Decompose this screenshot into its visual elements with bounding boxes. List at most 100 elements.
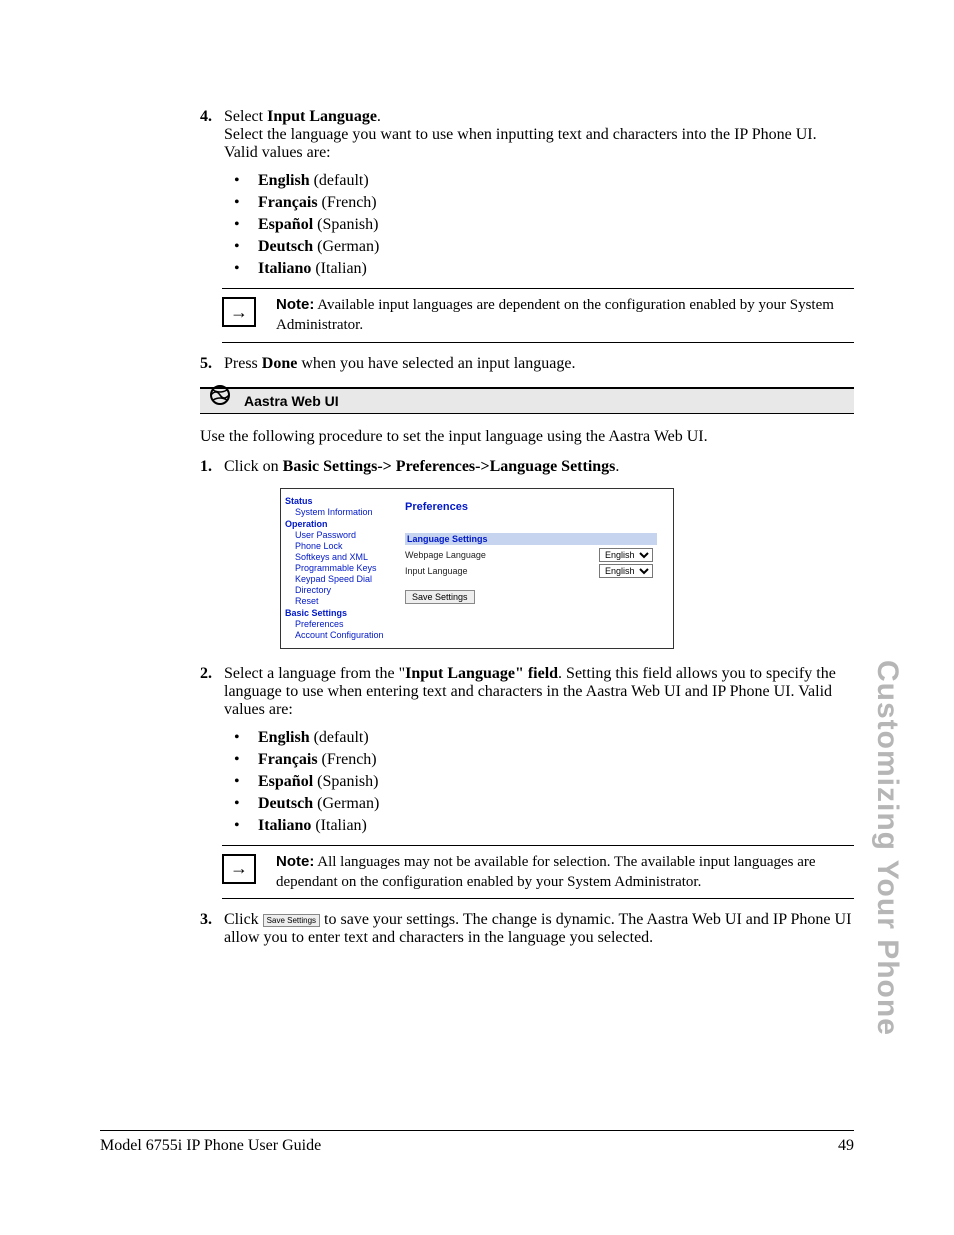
field-label: Webpage Language [405, 550, 599, 560]
lang-note: (Spanish) [313, 216, 378, 233]
nav-item[interactable]: User Password [285, 530, 395, 540]
list-item: Español (Spanish) [234, 216, 854, 234]
list-item: Español (Spanish) [234, 773, 854, 791]
step-body: Click Save Settings to save your setting… [224, 911, 854, 947]
note-block: → Note: Available input languages are de… [222, 288, 854, 343]
save-settings-button[interactable]: Save Settings [405, 590, 475, 604]
web-step-2: 2. Select a language from the "Input Lan… [200, 665, 854, 719]
step-number: 5. [200, 355, 224, 373]
note-arrow-icon: → [222, 854, 256, 884]
text: Select a language from the " [224, 665, 405, 682]
page-footer: Model 6755i IP Phone User Guide 49 [100, 1130, 854, 1155]
nav-heading-basic: Basic Settings [285, 608, 395, 618]
note-text: Note: All languages may not be available… [276, 852, 854, 893]
lang-note: (German) [313, 795, 379, 812]
note-body: All languages may not be available for s… [276, 854, 816, 890]
list-item: Italiano (Italian) [234, 260, 854, 278]
nav-item[interactable]: System Information [285, 507, 395, 517]
list-item: Français (French) [234, 751, 854, 769]
list-item: Deutsch (German) [234, 795, 854, 813]
lang-name: Deutsch [258, 238, 313, 255]
note-body: Available input languages are dependent … [276, 297, 834, 333]
field-row: Input Language English [405, 564, 653, 578]
lang-note: (default) [310, 172, 369, 189]
nav-item[interactable]: Phone Lock [285, 541, 395, 551]
list-item: Français (French) [234, 194, 854, 212]
note-block-2: → Note: All languages may not be availab… [222, 845, 854, 900]
step-description: Select the language you want to use when… [224, 126, 854, 162]
intro-text: Use the following procedure to set the i… [200, 428, 854, 446]
lang-note: (Spanish) [313, 773, 378, 790]
lang-name: Español [258, 216, 313, 233]
step-number: 3. [200, 911, 224, 947]
lang-note: (French) [318, 194, 377, 211]
input-language-select[interactable]: English [599, 564, 653, 578]
language-list-2: English (default) Français (French) Espa… [200, 729, 854, 835]
text: . [377, 108, 381, 125]
footer-title: Model 6755i IP Phone User Guide [100, 1137, 321, 1155]
section-header: Aastra Web UI [200, 387, 854, 414]
nav-item[interactable]: Directory [285, 585, 395, 595]
bold-text: Input Language [267, 108, 377, 125]
lang-name: Español [258, 773, 313, 790]
field-label: Input Language [405, 566, 599, 576]
text: Click [224, 911, 263, 928]
note-label: Note: [276, 853, 314, 870]
text: Click on [224, 458, 283, 475]
nav-item[interactable]: Programmable Keys [285, 563, 395, 573]
web-step-3: 3. Click Save Settings to save your sett… [200, 911, 854, 947]
step-number: 2. [200, 665, 224, 719]
step-5: 5. Press Done when you have selected an … [200, 355, 854, 373]
bold-text: Done [262, 355, 298, 372]
bold-text: Input Language" field [405, 665, 558, 682]
lang-name: Italiano [258, 817, 311, 834]
nav-heading-operation: Operation [285, 519, 395, 529]
preferences-title: Preferences [405, 501, 665, 513]
list-item: Italiano (Italian) [234, 817, 854, 835]
webui-nav: Status System Information Operation User… [281, 489, 399, 648]
lang-name: English [258, 172, 310, 189]
section-title: Aastra Web UI [200, 387, 854, 414]
step-body: Click on Basic Settings-> Preferences->L… [224, 458, 854, 476]
page-number: 49 [838, 1137, 854, 1155]
step-body: Select a language from the "Input Langua… [224, 665, 854, 719]
text: when you have selected an input language… [297, 355, 575, 372]
list-item: English (default) [234, 172, 854, 190]
language-settings-heading: Language Settings [405, 533, 657, 545]
text: Select [224, 108, 267, 125]
note-label: Note: [276, 296, 314, 313]
step-number: 1. [200, 458, 224, 476]
lang-note: (German) [313, 238, 379, 255]
lang-name: Français [258, 194, 318, 211]
text: . [615, 458, 619, 475]
list-item: Deutsch (German) [234, 238, 854, 256]
nav-item[interactable]: Preferences [285, 619, 395, 629]
lang-name: Français [258, 751, 318, 768]
page-body: 4. Select Input Language. Select the lan… [0, 0, 954, 947]
text: Press [224, 355, 262, 372]
globe-icon [210, 385, 230, 405]
webui-main: Preferences Language Settings Webpage La… [399, 489, 673, 648]
webpage-language-select[interactable]: English [599, 548, 653, 562]
webui-screenshot: Status System Information Operation User… [280, 488, 674, 649]
lang-note: (Italian) [311, 260, 367, 277]
lang-note: (default) [310, 729, 369, 746]
step-number: 4. [200, 108, 224, 162]
save-settings-inline-button[interactable]: Save Settings [263, 914, 320, 927]
nav-item[interactable]: Account Configuration [285, 630, 395, 640]
nav-item[interactable]: Softkeys and XML [285, 552, 395, 562]
lang-note: (French) [318, 751, 377, 768]
lang-name: Italiano [258, 260, 311, 277]
step-4: 4. Select Input Language. Select the lan… [200, 108, 854, 162]
note-arrow-icon: → [222, 297, 256, 327]
step-body: Select Input Language. Select the langua… [224, 108, 854, 162]
web-step-1: 1. Click on Basic Settings-> Preferences… [200, 458, 854, 476]
lang-note: (Italian) [311, 817, 367, 834]
bold-text: Basic Settings-> Preferences->Language S… [283, 458, 616, 475]
note-text: Note: Available input languages are depe… [276, 295, 854, 336]
step-body: Press Done when you have selected an inp… [224, 355, 854, 373]
nav-item[interactable]: Reset [285, 596, 395, 606]
field-row: Webpage Language English [405, 548, 653, 562]
list-item: English (default) [234, 729, 854, 747]
nav-item[interactable]: Keypad Speed Dial [285, 574, 395, 584]
